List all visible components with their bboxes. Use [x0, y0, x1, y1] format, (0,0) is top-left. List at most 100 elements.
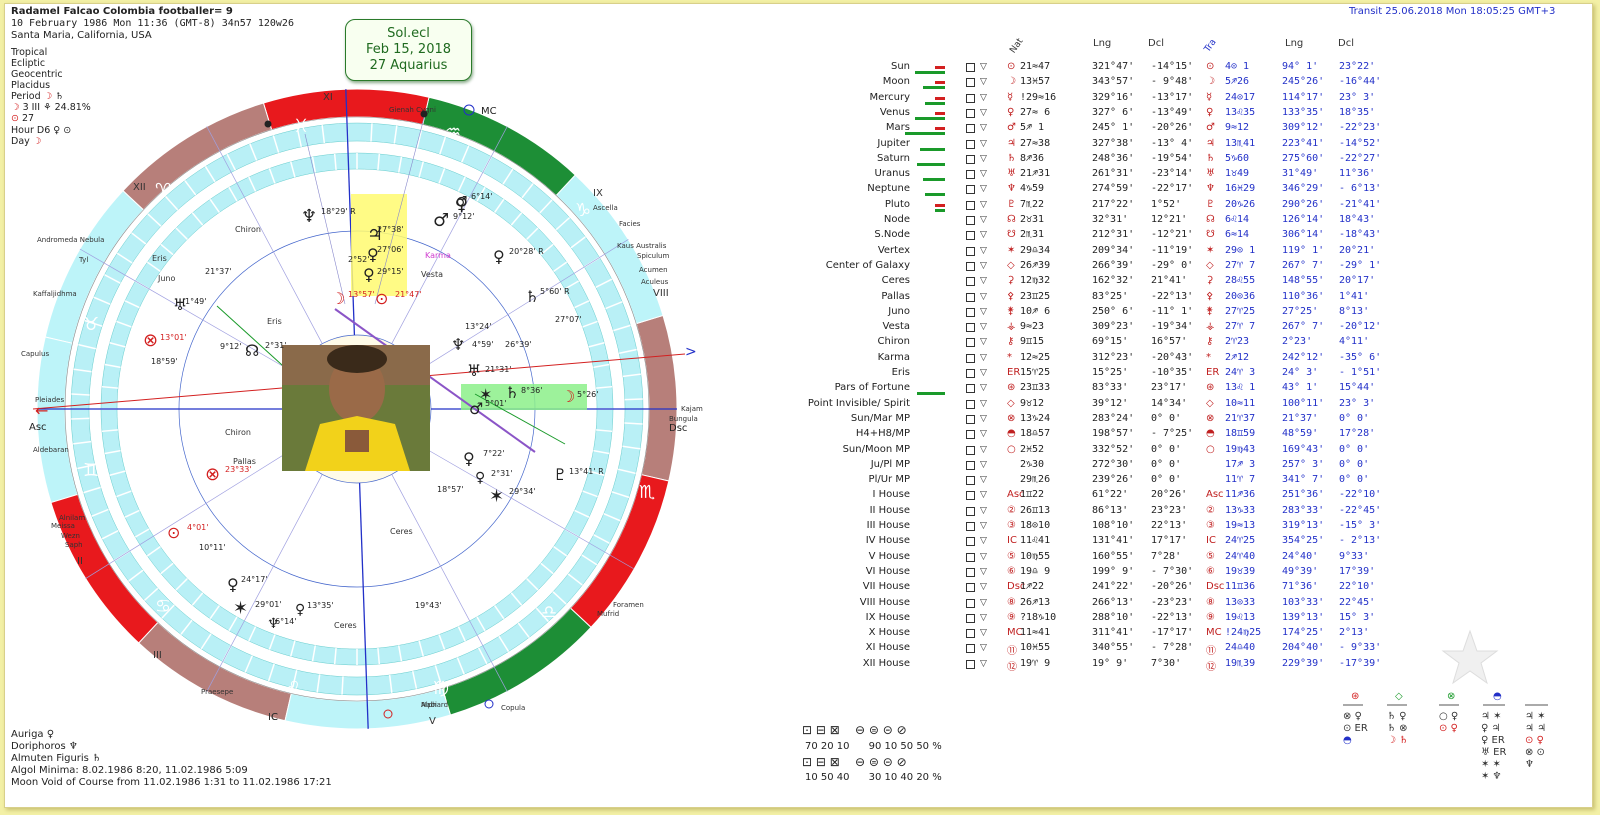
- transit-declination: 23° 3': [1339, 397, 1376, 409]
- transit-position: 21♈37: [1225, 412, 1256, 424]
- natal-symbol-icon: ⚵: [1007, 305, 1015, 317]
- aspect-triangle-icon: ▽: [980, 612, 987, 623]
- transit-longitude: 309°12': [1282, 122, 1325, 134]
- house-number: IC: [268, 712, 278, 723]
- natal-symbol-icon: ③: [1007, 520, 1016, 531]
- star-decoration-icon: [1441, 629, 1499, 685]
- natal-longitude: 321°47': [1092, 61, 1135, 72]
- natal-declination: 0° 0': [1151, 412, 1182, 424]
- natal-position: 10♍55: [1020, 550, 1051, 562]
- transit-position: 27♈ 7: [1225, 259, 1256, 271]
- transit-longitude: 148°55': [1282, 275, 1325, 287]
- natal-position: 26♐13: [1020, 596, 1051, 608]
- transit-symbol-icon: ⑫: [1206, 661, 1216, 673]
- planet-glyph-icon: ⊙: [375, 289, 388, 308]
- transit-symbol-icon: ☊: [1206, 214, 1215, 225]
- transit-longitude: 257° 3': [1282, 458, 1325, 470]
- natal-position: 29♎34: [1020, 244, 1051, 256]
- natal-declination: -11°19': [1151, 244, 1194, 256]
- aspect-triangle-icon: ▽: [980, 597, 987, 608]
- transit-declination: 20°21': [1339, 244, 1376, 256]
- row-label: Pallas: [881, 290, 910, 302]
- star-doriphoros: Doriphoros ♆: [11, 741, 78, 752]
- table-row: Vesta ▽ ⚶ 9≈23 309°23' -19°34' ⚶ 27♈ 7 267° 7' -2…: [785, 321, 1405, 336]
- table-row: Moon ▽ ☽ 13♓57 343°57' - 9°48' ☽ 5♐26 245°26' -16…: [785, 76, 1405, 91]
- element-square-icon: [966, 629, 975, 639]
- zodiac-sign-icon: ♒: [445, 122, 461, 143]
- natal-declination: -13°17': [1151, 91, 1194, 103]
- natal-declination: -20°26': [1151, 581, 1194, 593]
- fixed-star-label: Foramen: [613, 601, 644, 609]
- natal-longitude: 248°36': [1092, 152, 1135, 164]
- table-row: II House ▽ ② 26♊13 86°13' 23°23' ② 13♑33 283°33'…: [785, 505, 1405, 520]
- natal-position: 5♐ 1: [1020, 122, 1045, 134]
- transit-declination: 20°17': [1339, 275, 1376, 287]
- svg-text:♀ ER: ♀ ER: [1481, 735, 1505, 746]
- transit-symbol-icon: ⚳: [1206, 275, 1214, 287]
- transit-declination: -35° 6': [1339, 351, 1382, 363]
- house-number: VIII: [653, 288, 669, 299]
- transit-position: 13♌ 1: [1225, 382, 1256, 394]
- fixed-star-label: Andromeda Nebula: [37, 236, 104, 244]
- natal-declination: 16°57': [1151, 336, 1188, 348]
- row-label: Mars: [885, 122, 910, 134]
- natal-position: 21≈47: [1020, 61, 1051, 72]
- element-square-icon: [966, 598, 975, 608]
- table-row: Sun ▽ ⊙ 21≈47 321°47' -14°15' ⊙ 4⊙ 1 94° 1' 23°22…: [785, 61, 1405, 76]
- transit-longitude: 31°49': [1282, 168, 1319, 180]
- table-row: Pluto ▽ ♇ 7♏22 217°22' 1°52' ♇ 20♑26 290°26' -21°…: [785, 199, 1405, 214]
- fixed-star-label: Mufrid: [597, 610, 619, 618]
- planet-glyph-icon: ☽: [561, 387, 575, 406]
- fixed-star-label: Aldebaran: [33, 446, 69, 454]
- asc-label: Asc: [29, 422, 47, 433]
- planet-glyph-icon: ♆: [267, 616, 280, 632]
- transit-symbol-icon: ♆: [1206, 183, 1215, 195]
- element-square-icon: [966, 384, 975, 394]
- transit-longitude: 275°60': [1282, 152, 1325, 164]
- transit-declination: -16°44': [1339, 76, 1382, 88]
- transit-symbol-icon: ⑪: [1206, 646, 1216, 658]
- table-row: Sun/Moon MP ▽ ○ 2♓52 332°52' 0° 0' ○ 19♍43 169°4…: [785, 444, 1405, 459]
- transit-declination: 1°41': [1339, 290, 1370, 302]
- table-row: Karma ▽ * 12≈25 312°23' -20°43' * 2♐12 242°12' -3…: [785, 352, 1405, 367]
- table-row: Node ▽ ☊ 2♉31 32°31' 12°21' ☊ 6♌14 126°14' 18°43': [785, 214, 1405, 229]
- row-label: XII House: [862, 657, 910, 669]
- aspect-triangle-icon: ▽: [980, 413, 987, 424]
- transit-position: 20⊙36: [1225, 290, 1256, 302]
- element-square-icon: [966, 170, 975, 180]
- table-row: Ceres ▽ ⚳ 12♍32 162°32' 21°41' ⚳ 28♌55 148°55' 20…: [785, 275, 1405, 290]
- element-square-icon: [966, 414, 975, 424]
- aspect-triangle-icon: ▽: [980, 138, 987, 149]
- natal-longitude: 86°13': [1092, 504, 1129, 516]
- transit-declination: -18°43': [1339, 229, 1382, 241]
- table-row: IX House ▽ ⑨ ?18♑10 288°10' -22°13' ⑨ 19♌13 139°…: [785, 612, 1405, 627]
- fixed-star-label: Bungula: [669, 415, 698, 423]
- natal-position: ?18♑10: [1020, 611, 1057, 623]
- chart-wheel[interactable]: Asc DscMCIC>←XIXIIIXVIIIIIIIIIC V18°29' R2…: [5, 4, 765, 744]
- body-name-label: Eris: [267, 317, 282, 326]
- body-name-label: Vesta: [421, 270, 443, 279]
- table-row: Uranus ▽ ♅ 21♐31 261°31' -23°14' ♅ 1♉49 31°49' 11…: [785, 168, 1405, 183]
- transit-declination: -22°23': [1339, 122, 1382, 134]
- callout-line-3: 27 Aquarius: [369, 58, 448, 73]
- aspect-triangle-icon: ▽: [980, 459, 987, 470]
- natal-longitude: 272°30': [1092, 458, 1135, 470]
- table-row: Pars of Fortune ▽ ⊛ 23♊33 83°33' 23°17' ⊛ 13♌ 1…: [785, 382, 1405, 397]
- natal-longitude: 283°24': [1092, 412, 1135, 424]
- transit-longitude: 110°36': [1282, 290, 1325, 302]
- row-label: Sun/Mar MP: [850, 412, 910, 424]
- aspect-triangle-icon: ▽: [980, 628, 987, 639]
- transit-position: 24⊙17: [1225, 91, 1256, 103]
- natal-symbol-icon: ⚶: [1007, 321, 1016, 333]
- table-row: Center of Galaxy ▽ ◇ 26♐39 266°39' -29° 0' ◇ 27…: [785, 260, 1405, 275]
- transit-declination: - 9°33': [1339, 642, 1382, 654]
- strength-bar: [935, 208, 945, 212]
- transit-position: 24♈25: [1225, 535, 1256, 547]
- svg-text:♄ ⊗: ♄ ⊗: [1387, 723, 1408, 734]
- degree-label: 18°59': [151, 357, 178, 366]
- transit-longitude: 354°25': [1282, 535, 1325, 547]
- aspect-triangle-icon: ▽: [980, 199, 987, 210]
- natal-longitude: 266°39': [1092, 259, 1135, 271]
- natal-declination: 0° 0': [1151, 474, 1182, 486]
- degree-label: 13°35': [307, 601, 334, 610]
